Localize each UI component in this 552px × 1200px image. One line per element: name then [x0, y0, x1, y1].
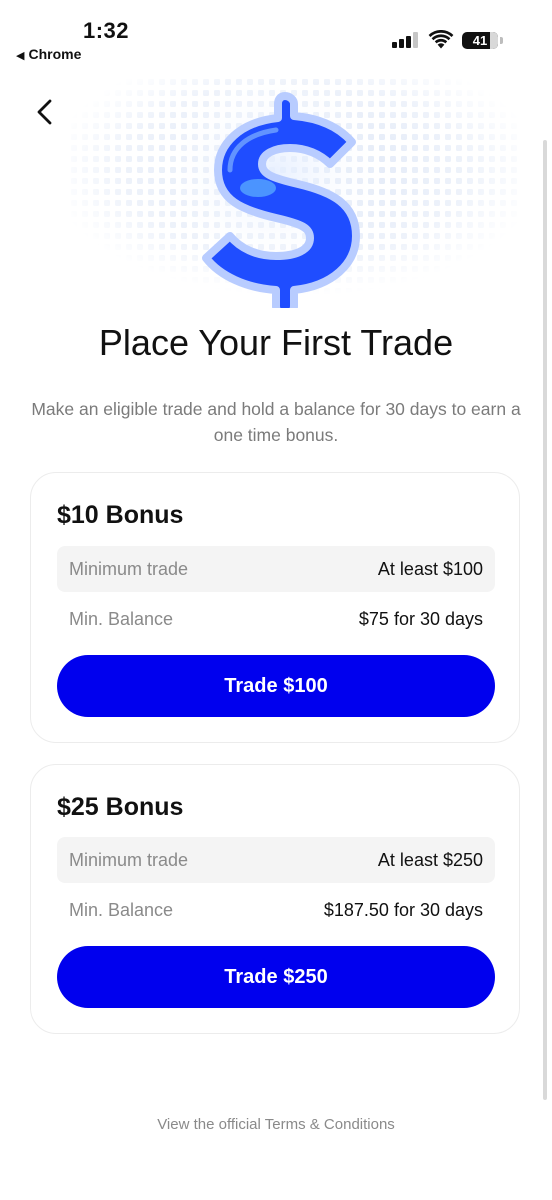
scrollbar[interactable] [543, 140, 547, 1100]
status-time: 1:32 [83, 18, 130, 43]
min-balance-row: Min. Balance $187.50 for 30 days [57, 887, 495, 933]
chevron-left-icon [37, 99, 52, 125]
back-triangle-icon: ◀ [16, 50, 25, 62]
row-label: Minimum trade [69, 850, 189, 870]
terms-link[interactable]: View the official Terms & Conditions [0, 1116, 552, 1133]
trade-100-button[interactable]: Trade $100 [57, 655, 495, 717]
row-value: $75 for 30 days [358, 609, 483, 629]
page-subtitle: Make an eligible trade and hold a balanc… [31, 399, 521, 445]
back-to-app-link[interactable]: ◀ Chrome [16, 46, 81, 62]
bonus-card-title: $25 Bonus [57, 793, 184, 821]
cellular-signal-icon [392, 32, 420, 48]
back-app-label: Chrome [28, 46, 82, 62]
page-title: Place Your First Trade [98, 322, 454, 363]
bonus-card-title: $10 Bonus [57, 501, 184, 529]
hero-illustration [70, 78, 520, 308]
min-balance-row: Min. Balance $75 for 30 days [57, 596, 495, 642]
row-label: Minimum trade [69, 559, 189, 579]
trade-250-button[interactable]: Trade $250 [57, 946, 495, 1008]
row-value: $187.50 for 30 days [323, 900, 483, 920]
battery-icon: 41 [462, 32, 503, 49]
minimum-trade-row: Minimum trade At least $100 [57, 546, 495, 592]
row-value: At least $250 [377, 850, 483, 870]
bonus-card-25: $25 Bonus Minimum trade At least $250 Mi… [30, 764, 520, 1034]
status-bar: 1:32 ◀ Chrome 41 [0, 0, 552, 72]
row-label: Min. Balance [69, 900, 174, 920]
minimum-trade-row: Minimum trade At least $250 [57, 837, 495, 883]
row-label: Min. Balance [69, 609, 174, 629]
bonus-card-10: $10 Bonus Minimum trade At least $100 Mi… [30, 472, 520, 743]
wifi-icon [428, 30, 454, 49]
battery-level: 41 [472, 33, 488, 48]
back-button[interactable] [30, 92, 62, 132]
row-value: At least $100 [377, 559, 483, 579]
